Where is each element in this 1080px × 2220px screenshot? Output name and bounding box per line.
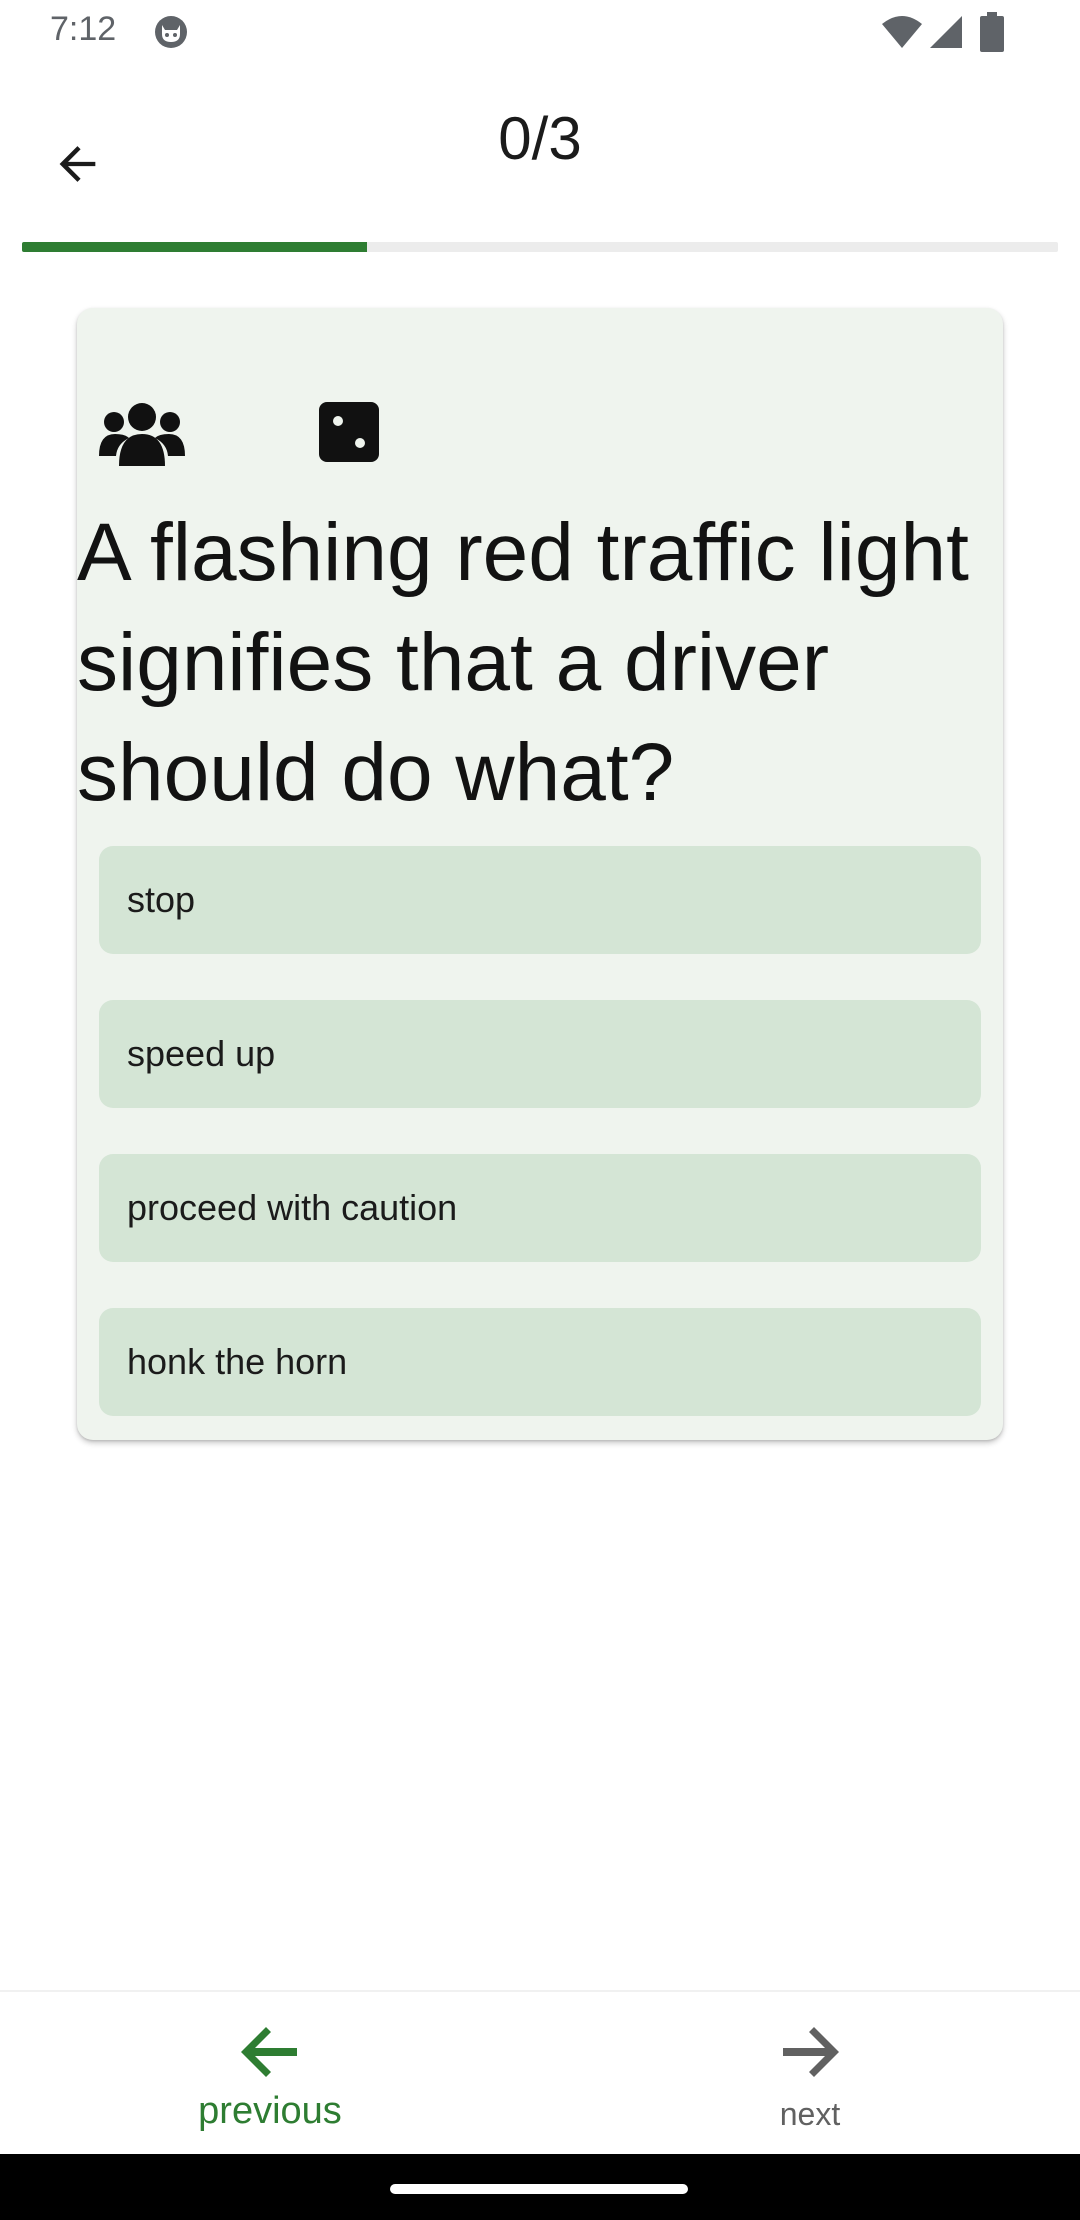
group-icon	[99, 403, 185, 466]
answer-option[interactable]: proceed with caution	[99, 1154, 981, 1262]
next-button[interactable]: next	[650, 1992, 970, 2156]
previous-button[interactable]: previous	[110, 1992, 430, 2156]
app-notification-icon	[155, 16, 187, 48]
question-text: A flashing red traffic light signifies t…	[77, 507, 969, 818]
next-label: next	[779, 2096, 841, 2132]
status-time: 7:12	[50, 10, 117, 48]
dice-icon	[319, 402, 379, 462]
question-card: A flashing red traffic light signifies t…	[77, 308, 1003, 1440]
answer-option[interactable]: speed up	[99, 1000, 981, 1108]
top-app-bar: 0/3	[0, 64, 1080, 224]
battery-icon	[980, 12, 1004, 52]
arrow-left-icon	[241, 2027, 297, 2077]
progress-counter: 0/3	[498, 105, 582, 172]
answer-option[interactable]: stop	[99, 846, 981, 954]
arrow-right-icon	[783, 2027, 839, 2077]
bottom-navigation: previous next	[0, 1990, 1080, 2156]
system-navigation-bar	[0, 2154, 1080, 2220]
question-meta-icons	[99, 396, 499, 466]
wifi-icon	[882, 16, 922, 48]
status-bar: 7:12	[0, 0, 1080, 64]
answer-option[interactable]: honk the horn	[99, 1308, 981, 1416]
cellular-icon	[930, 16, 962, 48]
home-gesture-handle[interactable]	[390, 2184, 688, 2194]
quiz-progress-bar	[22, 242, 1058, 252]
quiz-progress-fill	[22, 242, 367, 252]
quiz-screen: 7:12 0/3 A flashing red traffic light si…	[0, 0, 1080, 2220]
previous-label: previous	[198, 2090, 342, 2132]
